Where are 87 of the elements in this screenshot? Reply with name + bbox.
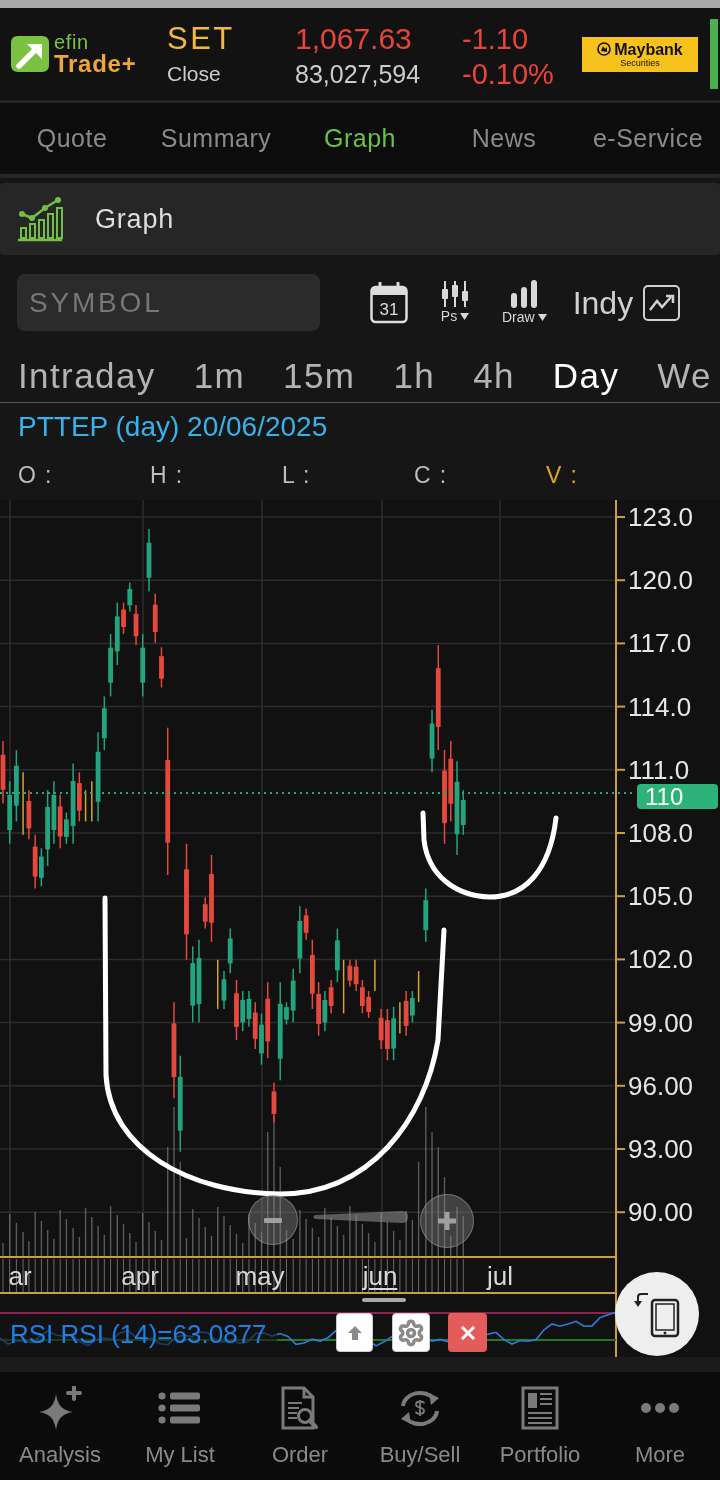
price-axis-label: 105.0 <box>628 883 694 910</box>
price-style-button[interactable]: Ps <box>440 281 470 324</box>
arrow-up-icon <box>347 1325 362 1340</box>
app-logo-icon <box>10 35 50 73</box>
interval-tab[interactable]: We <box>657 356 712 396</box>
candlestick-icon <box>440 281 470 307</box>
price-axis-label: 90.00 <box>628 1199 694 1226</box>
logo-text: efin <box>54 32 90 52</box>
close-button[interactable] <box>448 1313 487 1352</box>
nav-item[interactable]: Order <box>240 1372 360 1480</box>
ohlc-label: C : <box>414 460 449 490</box>
tab[interactable]: e-Service <box>576 119 720 158</box>
minus-icon <box>264 1217 282 1223</box>
index-change: -1.10 <box>462 22 530 56</box>
interval-tab[interactable]: Day <box>552 356 620 396</box>
price-axis-label: 108.0 <box>628 820 694 846</box>
calendar-icon <box>370 281 408 324</box>
index-value: 1,067.63 <box>295 22 413 56</box>
move-up-button[interactable] <box>336 1313 373 1352</box>
list-icon <box>158 1391 202 1425</box>
price-axis-label: 123.0 <box>628 504 694 530</box>
price-axis-label: 114.0 <box>628 693 692 720</box>
more-icon <box>639 1402 681 1414</box>
settings-button[interactable] <box>392 1313 430 1352</box>
close-icon <box>460 1325 475 1340</box>
nav-item[interactable]: More <box>600 1372 720 1480</box>
month-label: may <box>235 1262 285 1290</box>
broker-name: Maybank <box>614 40 683 58</box>
tab[interactable]: News <box>432 119 576 158</box>
month-label: jul <box>487 1262 513 1290</box>
ohlc-label: O : <box>18 460 54 490</box>
zoom-in-button[interactable] <box>420 1194 474 1248</box>
side-indicator-bar <box>710 19 718 89</box>
price-axis-label: 111.0 <box>628 756 690 783</box>
interval-tab[interactable]: 1m <box>193 356 246 396</box>
bar-icon <box>509 280 540 308</box>
interval-tab[interactable]: 4h <box>473 356 515 396</box>
month-label: jun <box>362 1262 398 1290</box>
settings-icon <box>397 1318 425 1347</box>
currency-exchange-icon <box>400 1390 440 1426</box>
index-name: SET <box>167 22 236 56</box>
plus-icon <box>438 1212 456 1230</box>
tab[interactable]: Graph <box>288 119 432 158</box>
price-axis-label: 102.0 <box>628 946 694 973</box>
section-title: Graph <box>95 202 175 236</box>
caret-icon <box>460 313 470 320</box>
scroll-indicator <box>362 1298 406 1302</box>
ohlc-label: H : <box>150 460 185 490</box>
nav-item[interactable]: Buy/Sell <box>360 1372 480 1480</box>
last-price-tag: 110 <box>637 784 718 809</box>
zoom-out-button[interactable] <box>248 1195 298 1245</box>
interval-tab[interactable]: 15m <box>283 356 356 396</box>
symbol-field[interactable]: SYMBOL <box>17 274 320 331</box>
index-volume: 83,027,594 <box>295 62 422 86</box>
rotate-device-icon <box>634 1290 680 1338</box>
document-search-icon <box>281 1386 319 1430</box>
sparkle-icon <box>38 1386 82 1430</box>
round-emblem-icon <box>597 42 612 56</box>
newspaper-icon <box>521 1386 559 1430</box>
price-axis-label: 99.00 <box>628 1009 694 1036</box>
nav-item[interactable]: My List <box>120 1372 240 1480</box>
broker-tagline: Securities <box>620 57 660 68</box>
interval-tab[interactable]: 1h <box>393 356 436 396</box>
ohlc-label: L : <box>282 460 312 490</box>
month-label: apr <box>121 1262 159 1290</box>
tab[interactable]: Quote <box>0 119 144 158</box>
caret-icon <box>537 314 547 321</box>
index-change-percent: -0.10% <box>462 62 555 86</box>
price-axis-label: 120.0 <box>628 567 694 594</box>
nav-item[interactable]: Portfolio <box>480 1372 600 1480</box>
tab[interactable]: Summary <box>144 119 288 158</box>
zoom-scale-icon <box>312 1210 408 1224</box>
price-axis-label: 117.0 <box>628 630 692 657</box>
price-axis-label: 96.00 <box>628 1072 694 1099</box>
logo-text: Trade+ <box>54 51 137 76</box>
draw-button[interactable]: Draw <box>502 280 547 325</box>
indicator-button[interactable]: Indy <box>572 278 681 327</box>
trend-chart-icon <box>643 284 681 321</box>
volume-label: V : <box>546 460 580 490</box>
month-label: ar <box>8 1262 32 1290</box>
market-status: Close <box>167 62 222 86</box>
nav-item[interactable]: Analysis <box>0 1372 120 1480</box>
bar-chart-icon <box>17 196 63 242</box>
chart-title: PTTEP (day) 20/06/2025 <box>18 409 328 444</box>
calendar-button[interactable]: 31 <box>370 281 408 324</box>
price-axis-label: 93.00 <box>628 1136 694 1162</box>
interval-tab[interactable]: Intraday <box>18 356 156 396</box>
